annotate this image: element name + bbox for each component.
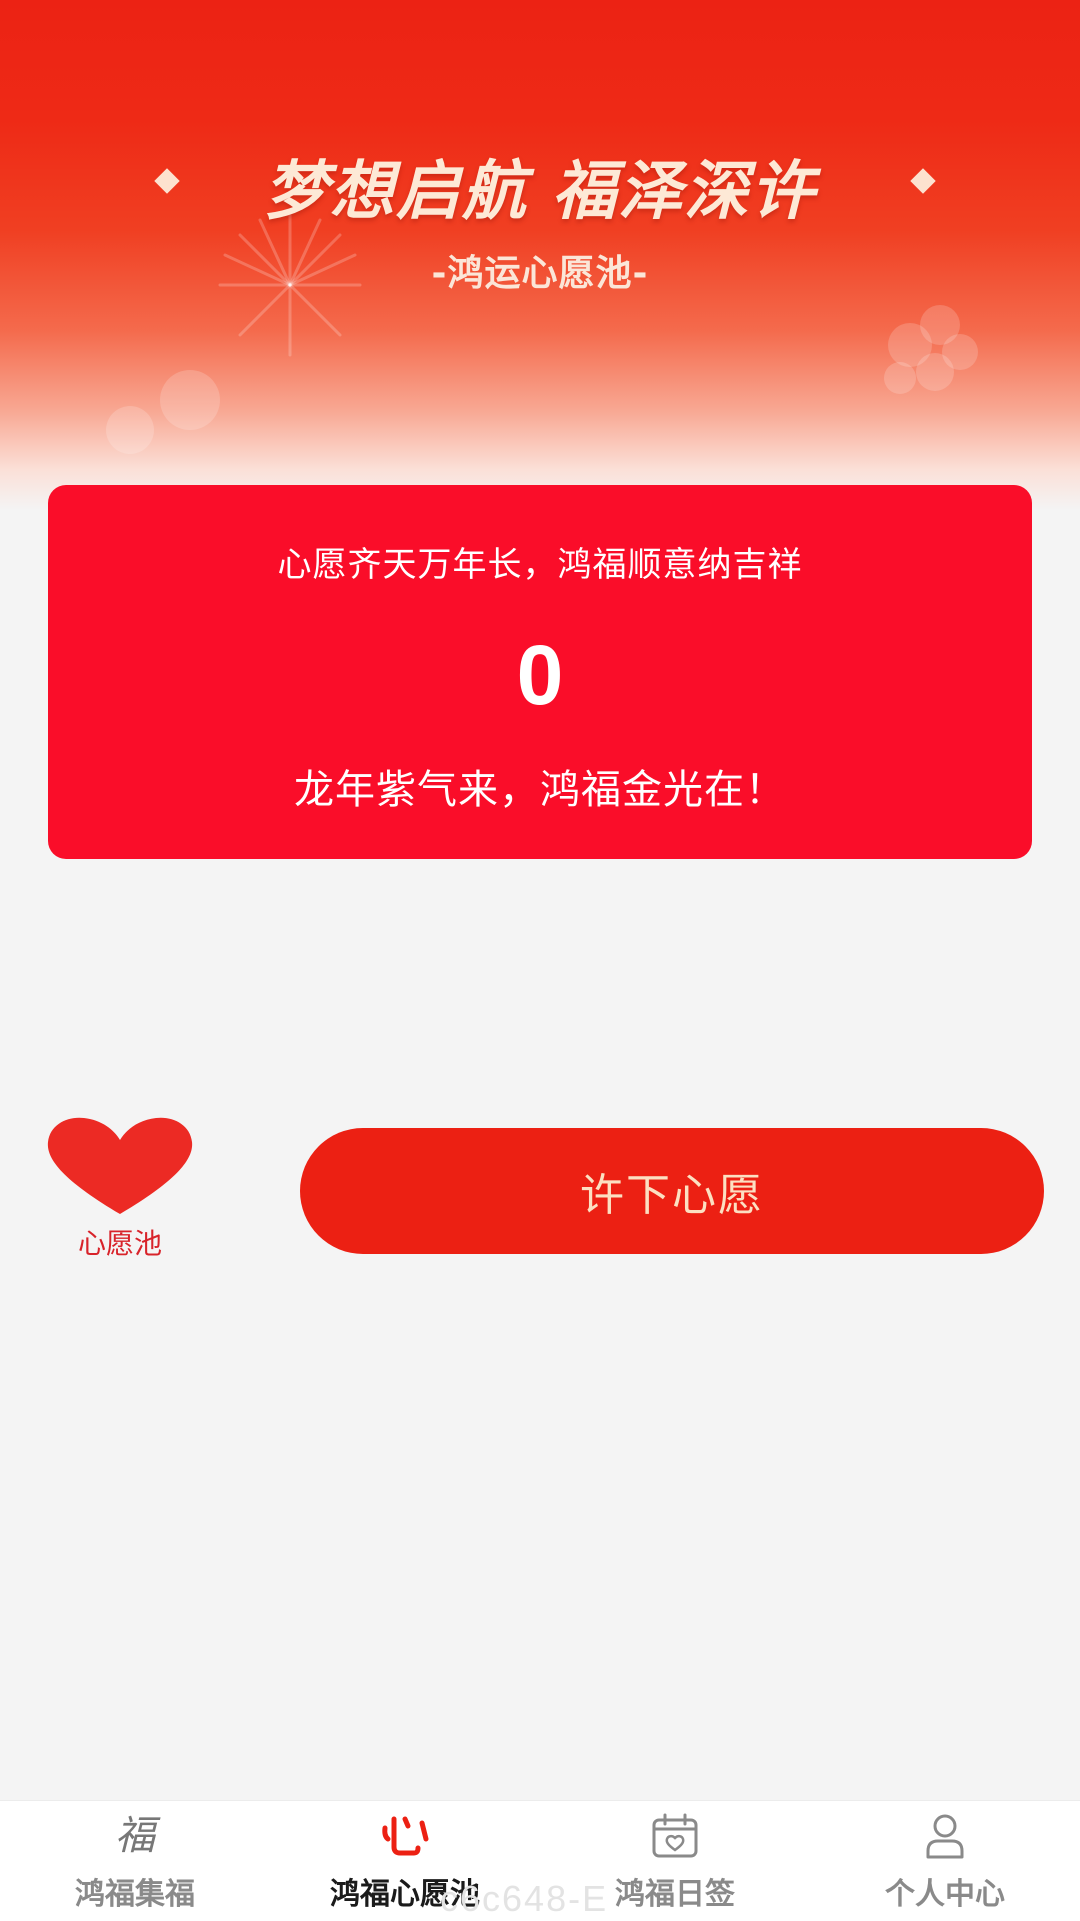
wish-stats-card: 心愿齐天万年长，鸿福顺意纳吉祥 0 龙年紫气来，鸿福金光在！: [48, 485, 1032, 859]
tab-collect-fu[interactable]: 福 鸿福集福: [0, 1801, 270, 1921]
calendar-heart-icon: [652, 1813, 698, 1858]
tab-profile[interactable]: 个人中心: [810, 1801, 1080, 1921]
wish-pool-label: 心愿池: [77, 1227, 162, 1260]
tab-label: 鸿福集福: [75, 1877, 195, 1912]
fu-character-icon: 福: [115, 1813, 155, 1859]
wish-pool-button[interactable]: 心愿池: [40, 1110, 200, 1260]
make-wish-button[interactable]: 许下心愿: [300, 1128, 1044, 1254]
person-icon: [926, 1814, 964, 1859]
wish-count: 0: [516, 628, 564, 722]
card-slogan-text: 龙年紫气来，鸿福金光在！: [294, 767, 786, 813]
banner-subtitle: -鸿运心愿池-: [431, 253, 649, 294]
header-banner: 梦想启航 福泽深许 -鸿运心愿池-: [0, 0, 1080, 520]
watermark: c6c648-E: [440, 1878, 609, 1919]
card-blessing-text: 心愿齐天万年长，鸿福顺意纳吉祥: [277, 545, 803, 585]
tab-label: 个人中心: [885, 1877, 1005, 1912]
heart-outline-icon: [382, 1816, 429, 1856]
heart-icon: [47, 1117, 193, 1214]
